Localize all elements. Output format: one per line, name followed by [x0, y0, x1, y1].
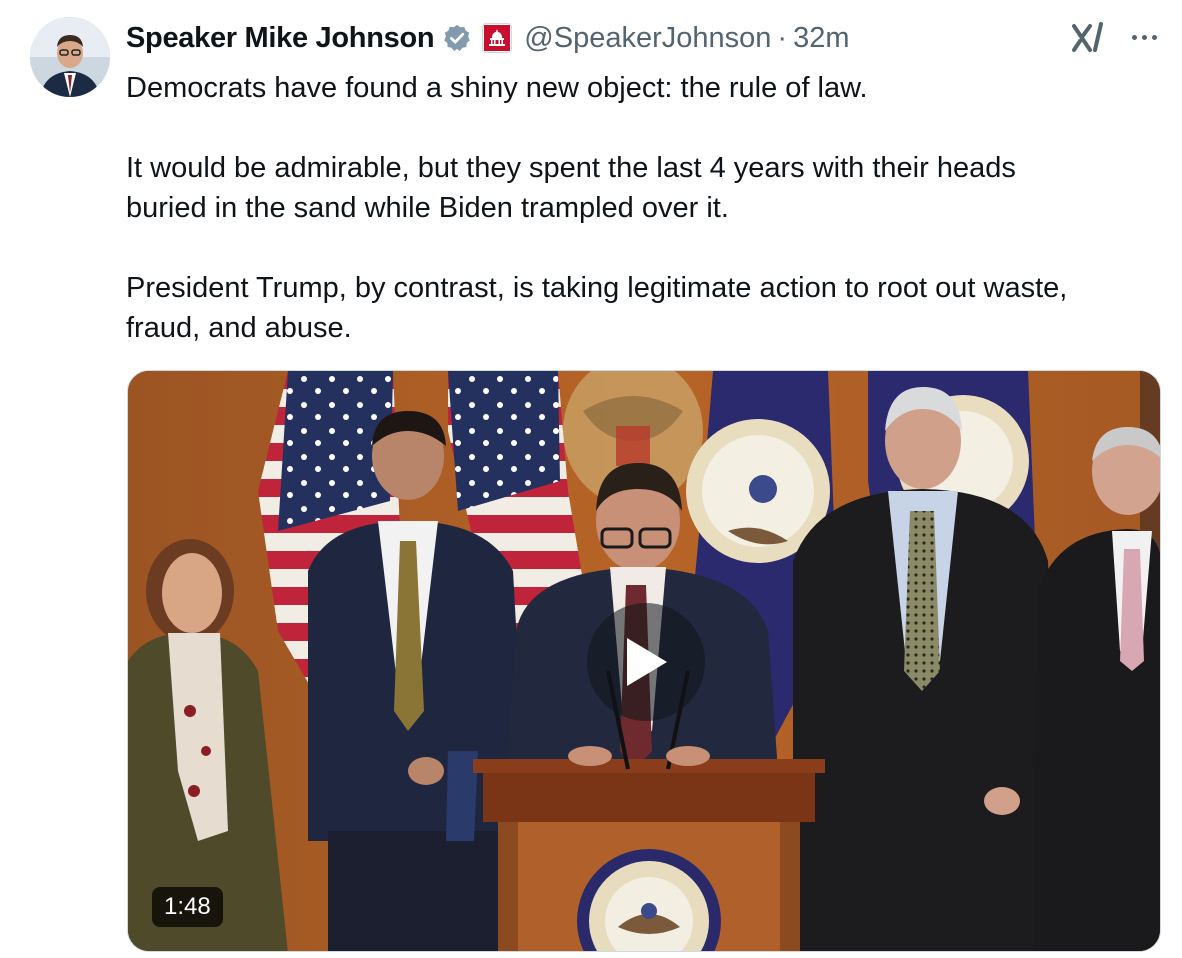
tweet-paragraph: fraud, and abuse. [126, 312, 352, 344]
tweet-paragraph: Democrats have found a shiny new object:… [126, 72, 868, 104]
tweet-timestamp[interactable]: 32m [793, 22, 849, 55]
tweet-paragraph: President Trump, by contrast, is taking … [126, 272, 1068, 304]
tweet-text: Democrats have found a shiny new object:… [126, 68, 1156, 348]
tweet[interactable]: Speaker Mike Johnson @SpeakerJohnson · 3… [0, 0, 1182, 958]
capitol-badge-icon[interactable] [482, 23, 513, 53]
tweet-header: Speaker Mike Johnson @SpeakerJohnson · 3… [126, 16, 849, 60]
author-handle[interactable]: @SpeakerJohnson [524, 22, 771, 55]
tweet-paragraph: buried in the sand while Biden trampled … [126, 192, 729, 224]
tweet-paragraph: It would be admirable, but they spent th… [126, 152, 1016, 184]
video-duration: 1:48 [152, 887, 223, 927]
grok-icon[interactable] [1068, 20, 1108, 56]
avatar[interactable] [30, 17, 110, 97]
more-icon[interactable] [1124, 22, 1164, 52]
author-name[interactable]: Speaker Mike Johnson [126, 22, 435, 55]
play-icon[interactable] [587, 603, 705, 721]
header-separator: · [777, 21, 788, 54]
verified-badge-icon[interactable] [442, 23, 472, 53]
video-player[interactable]: 1:48 [127, 370, 1161, 952]
